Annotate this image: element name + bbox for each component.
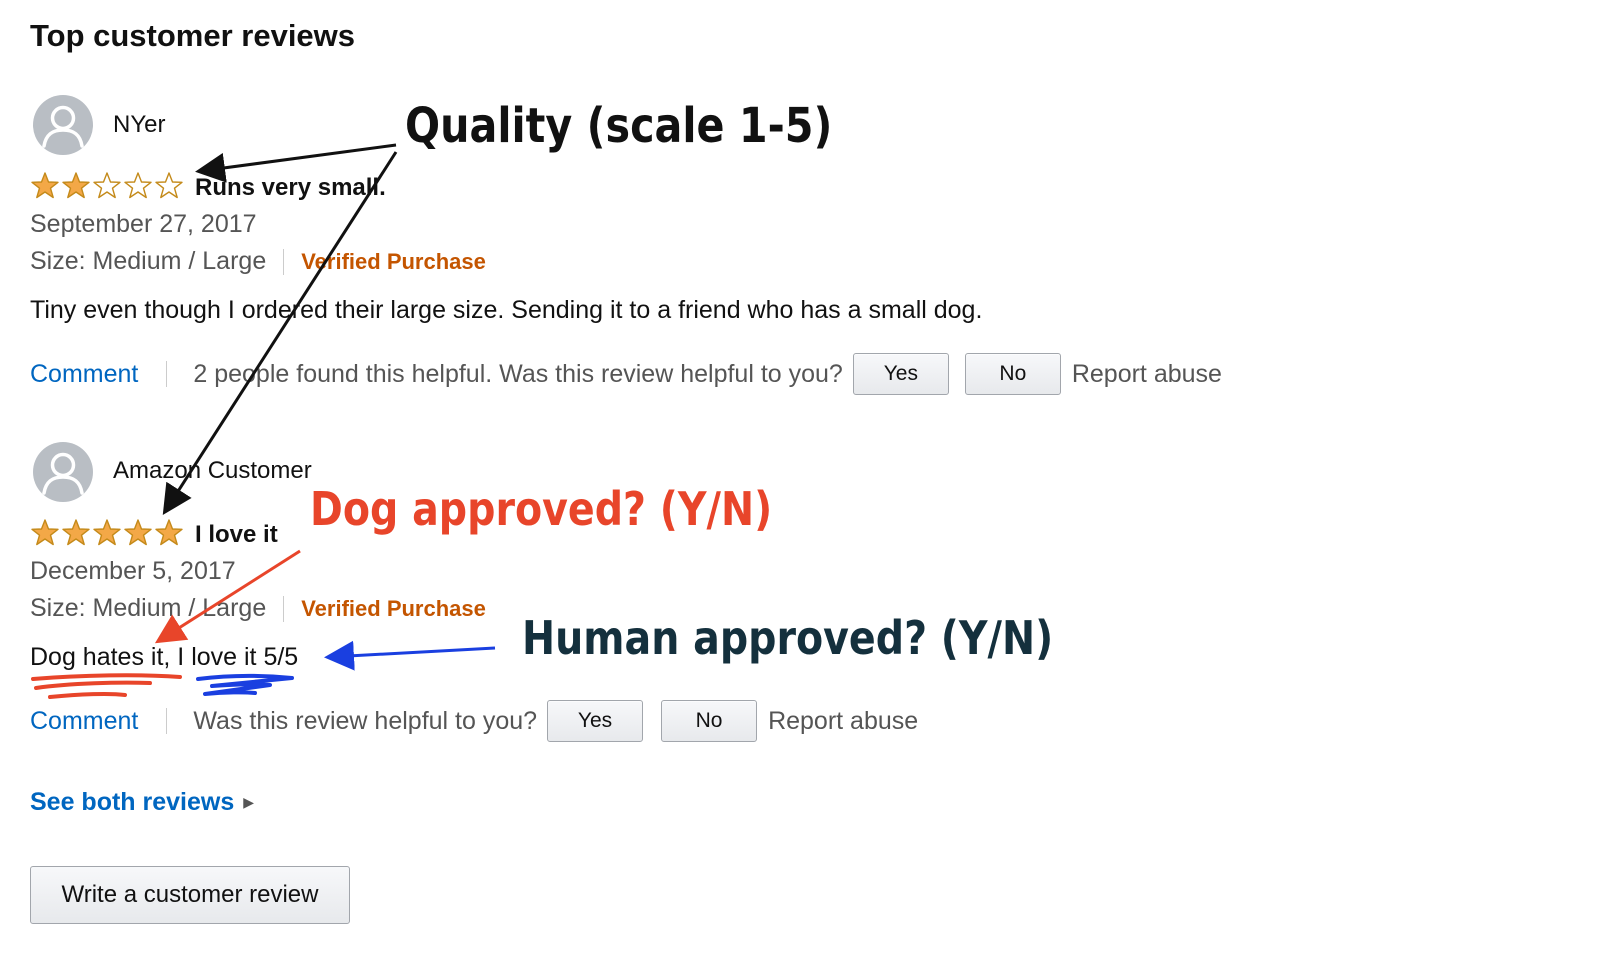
user-avatar-icon [33, 95, 93, 155]
write-review-button[interactable]: Write a customer review [30, 866, 350, 924]
review-title[interactable]: Runs very small. [195, 174, 386, 202]
review-date: September 27, 2017 [30, 210, 257, 238]
size-label[interactable]: Size: Medium / Large [30, 247, 266, 276]
human-arrow [324, 640, 496, 671]
review-body: Dog hates it, I love it 5/5 [30, 643, 299, 671]
reviewer-name[interactable]: NYer [113, 111, 165, 139]
helpful-no-button[interactable]: No [661, 700, 758, 742]
star-empty-icon [92, 171, 122, 200]
annotation-dog-approved: Dog approved? (Y/N) [310, 482, 773, 536]
annotation-quality: Quality (scale 1-5) [405, 98, 833, 154]
meta-divider [283, 595, 285, 622]
annotation-human-approved: Human approved? (Y/N) [522, 611, 1054, 665]
star-filled-icon [61, 518, 91, 547]
helpful-no-button[interactable]: No [964, 353, 1061, 395]
star-filled-icon [30, 171, 60, 200]
see-all-reviews-link[interactable]: See both reviews ▶ [30, 788, 254, 817]
verified-purchase-badge: Verified Purchase [301, 248, 486, 274]
section-title: Top customer reviews [30, 18, 356, 53]
star-empty-icon [154, 171, 184, 200]
star-filled-icon [30, 518, 60, 547]
star-filled-icon [61, 171, 91, 200]
star-filled-icon [123, 518, 153, 547]
action-divider [166, 708, 168, 734]
comment-link[interactable]: Comment [30, 707, 138, 736]
star-empty-icon [123, 171, 153, 200]
helpful-text: 2 people found this helpful. Was this re… [193, 359, 843, 388]
review-meta: Size: Medium / Large Verified Purchase [30, 594, 486, 623]
report-abuse-link[interactable]: Report abuse [1072, 360, 1222, 389]
helpful-yes-button[interactable]: Yes [547, 700, 644, 742]
caret-right-icon: ▶ [243, 794, 255, 810]
report-abuse-link[interactable]: Report abuse [768, 707, 918, 736]
meta-divider [283, 248, 285, 275]
star-filled-icon [154, 518, 184, 547]
verified-purchase-badge: Verified Purchase [301, 595, 486, 621]
see-all-reviews-label: See both reviews [30, 788, 235, 816]
user-avatar-icon [33, 442, 93, 502]
review-actions: Comment Was this review helpful to you? … [30, 700, 918, 742]
reviewer-name[interactable]: Amazon Customer [113, 457, 312, 485]
star-filled-icon [92, 518, 122, 547]
quality-arrow-to-review1-stars [195, 143, 397, 183]
review-body: Tiny even though I ordered their large s… [30, 296, 983, 324]
helpful-text: Was this review helpful to you? [193, 706, 538, 735]
star-rating [30, 171, 184, 200]
action-divider [166, 361, 168, 387]
review-actions: Comment 2 people found this helpful. Was… [30, 353, 1222, 395]
comment-link[interactable]: Comment [30, 360, 138, 389]
dog-underline [31, 673, 182, 699]
review-meta: Size: Medium / Large Verified Purchase [30, 247, 486, 276]
helpful-yes-button[interactable]: Yes [852, 353, 949, 395]
review-title[interactable]: I love it [195, 521, 278, 549]
human-underline [196, 673, 294, 696]
size-label[interactable]: Size: Medium / Large [30, 594, 266, 623]
star-rating [30, 518, 184, 547]
review-date: December 5, 2017 [30, 557, 236, 585]
